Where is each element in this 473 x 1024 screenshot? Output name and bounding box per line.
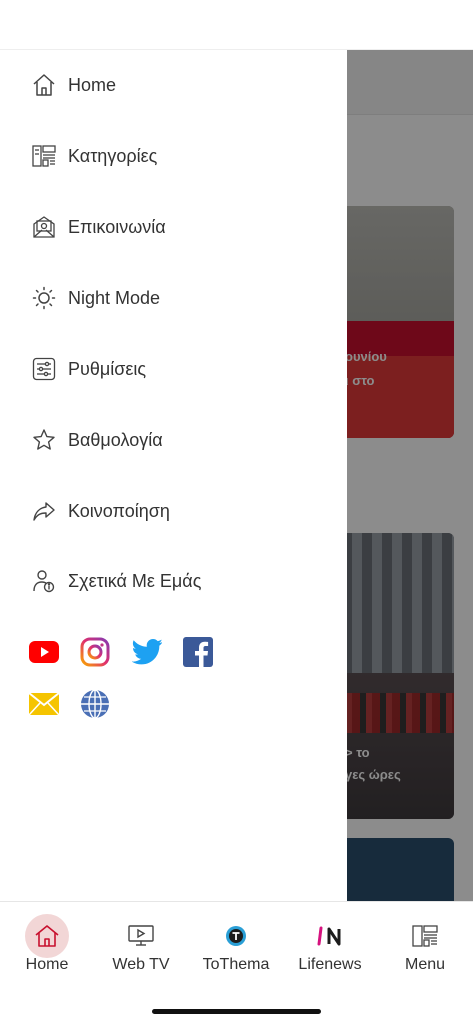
drawer-item-categories[interactable]: Κατηγορίες — [0, 131, 347, 181]
drawer-item-label: Επικοινωνία — [68, 217, 166, 237]
drawer-item-label: Ρυθμίσεις — [68, 359, 147, 379]
sun-icon — [31, 285, 57, 311]
tab-tothema[interactable]: ToThema — [189, 902, 283, 992]
drawer-item-share[interactable]: Κοινοποίηση — [0, 486, 347, 536]
drawer-item-home[interactable]: Home — [0, 60, 347, 110]
home-icon — [25, 914, 69, 958]
drawer-item-night-mode[interactable]: Night Mode — [0, 273, 347, 323]
drawer-item-label: Κατηγορίες — [68, 146, 158, 166]
drawer-item-label: Βαθμολογία — [68, 430, 163, 450]
drawer-item-label: Σχετικά Με Εμάς — [68, 571, 202, 591]
drawer-item-rating[interactable]: Βαθμολογία — [0, 415, 347, 465]
bottom-navigation: Home Web TV ToThema Lifenews Menu — [0, 901, 473, 1024]
tv-play-icon — [119, 914, 163, 958]
about-user-icon — [31, 568, 57, 594]
drawer-item-about[interactable]: Σχετικά Με Εμάς — [0, 556, 347, 606]
settings-sliders-icon — [31, 356, 57, 382]
tab-home[interactable]: Home — [0, 902, 94, 992]
tab-label: Home — [25, 956, 69, 973]
status-bar — [0, 0, 473, 50]
tab-label: Lifenews — [298, 956, 362, 973]
tab-menu[interactable]: Menu — [378, 902, 472, 992]
tab-web-tv[interactable]: Web TV — [94, 902, 188, 992]
navigation-drawer: Home Κατηγορίες Επικοινωνία Night Mode Ρ… — [0, 50, 347, 901]
tab-label: Menu — [404, 956, 446, 973]
youtube-icon[interactable] — [29, 637, 59, 667]
menu-grid-icon — [403, 914, 447, 958]
drawer-item-label: Κοινοποίηση — [68, 501, 170, 521]
home-icon — [31, 72, 57, 98]
instagram-icon[interactable] — [80, 637, 110, 667]
drawer-item-settings[interactable]: Ρυθμίσεις — [0, 344, 347, 394]
drawer-item-contact[interactable]: Επικοινωνία — [0, 202, 347, 252]
share-icon — [31, 498, 57, 524]
tab-label: ToThema — [202, 956, 270, 973]
drawer-item-label: Home — [68, 75, 117, 95]
tab-label: Web TV — [112, 956, 170, 973]
home-indicator[interactable] — [152, 1009, 321, 1014]
email-icon[interactable] — [29, 689, 59, 719]
categories-icon — [31, 143, 57, 169]
drawer-item-label: Night Mode — [68, 288, 161, 308]
twitter-icon[interactable] — [132, 637, 162, 667]
star-icon — [31, 427, 57, 453]
contact-mail-icon — [31, 214, 57, 240]
lifenews-logo-icon — [308, 914, 352, 958]
facebook-icon[interactable] — [183, 637, 213, 667]
tab-lifenews[interactable]: Lifenews — [283, 902, 377, 992]
tothema-logo-icon — [214, 914, 258, 958]
globe-icon[interactable] — [80, 689, 110, 719]
